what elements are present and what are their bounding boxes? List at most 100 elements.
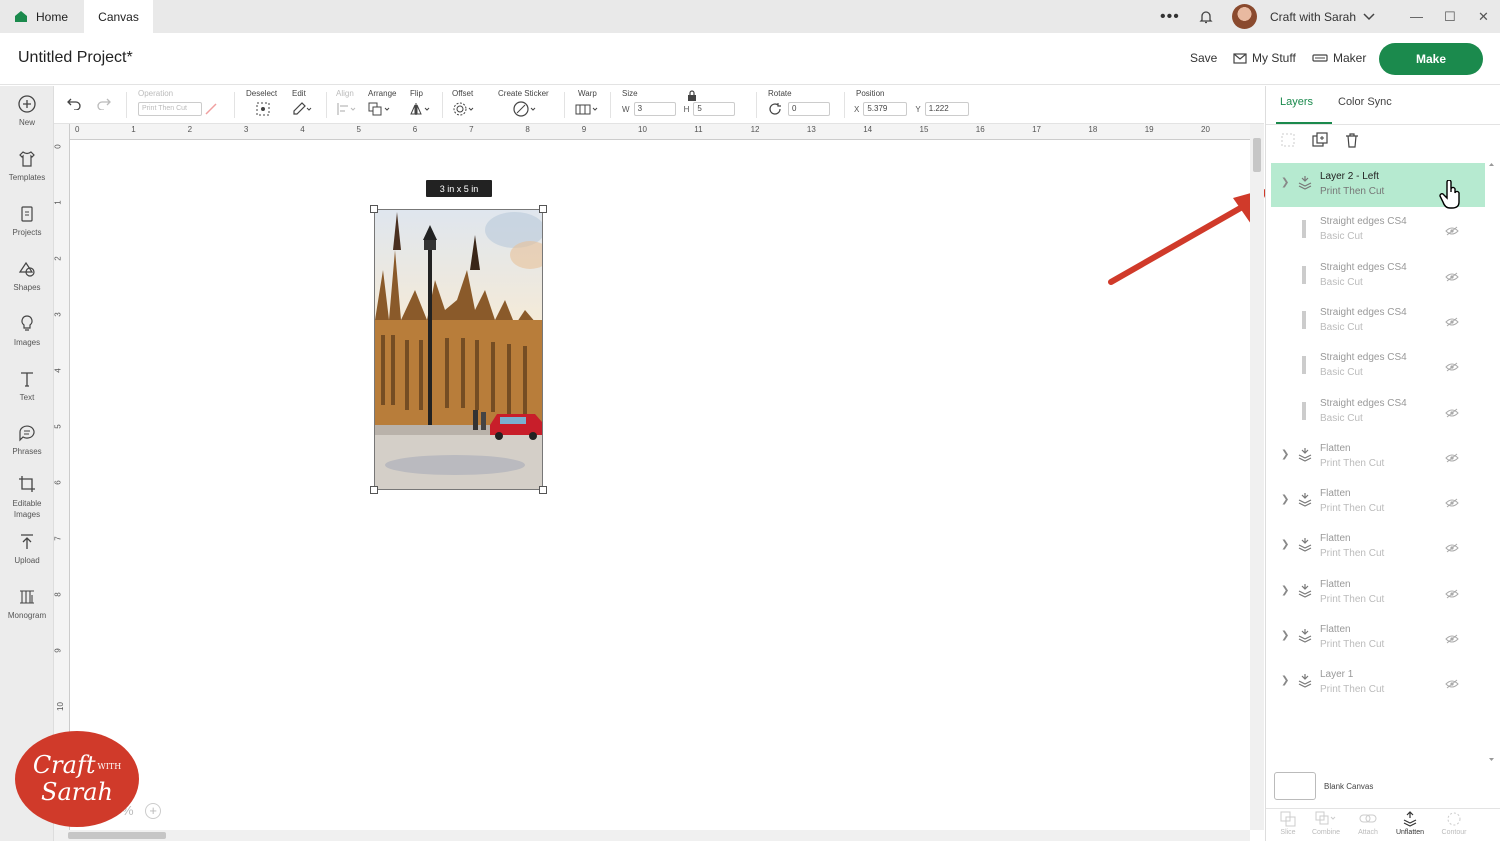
visibility-hidden-icon[interactable] [1445,359,1459,377]
offset-button[interactable]: Offset [452,89,476,119]
visibility-hidden-icon[interactable] [1445,223,1459,241]
layer-row[interactable]: Straight edges CS4 Basic Cut [1271,208,1485,252]
lock-icon[interactable] [687,90,697,103]
tab-color-sync[interactable]: Color Sync [1338,96,1392,108]
chevron-right-icon[interactable]: ❯ [1281,585,1289,596]
visibility-hidden-icon[interactable] [1445,676,1459,694]
resize-handle[interactable] [539,205,547,213]
layer-row[interactable]: Straight edges CS4 Basic Cut [1271,344,1485,388]
width-input[interactable]: 3 [633,102,676,116]
sidebar-item-phrases[interactable]: Phrases [0,423,54,456]
shapes-icon [18,261,35,277]
canvas-vertical-scrollbar[interactable] [1250,124,1264,830]
chevron-right-icon[interactable]: ❯ [1281,494,1289,505]
sidebar-item-monogram[interactable]: Monogram [0,587,54,620]
save-button[interactable]: Save [1190,51,1217,65]
chevron-right-icon[interactable]: ❯ [1281,177,1289,188]
y-input[interactable]: 1.222 [924,102,969,116]
operation-select[interactable]: Print Then Cut [138,102,202,116]
visibility-hidden-icon[interactable] [1445,495,1459,513]
rotate-input[interactable]: 0 [788,102,830,116]
visibility-hidden-icon[interactable] [1445,586,1459,604]
visibility-hidden-icon[interactable] [1445,450,1459,468]
sidebar-item-editable-images[interactable]: Editable Images [0,474,54,520]
layer-row[interactable]: ❯ Layer 1 Print Then Cut [1271,661,1485,705]
sidebar-item-new[interactable]: New [0,94,54,127]
resize-handle[interactable] [370,205,378,213]
resize-handle[interactable] [370,486,378,494]
contour-button[interactable]: Contour [1434,811,1474,836]
user-menu[interactable]: Craft with Sarah [1270,0,1376,33]
chevron-right-icon[interactable]: ❯ [1281,675,1289,686]
align-button[interactable]: Align [336,89,358,119]
combine-icon [1315,811,1336,825]
tab-canvas[interactable]: Canvas [84,0,153,33]
slice-icon [1280,811,1296,827]
visibility-hidden-icon[interactable] [1445,314,1459,332]
bell-icon[interactable] [1198,0,1214,33]
chevron-right-icon[interactable]: ❯ [1281,539,1289,550]
sidebar-item-images[interactable]: Images [0,314,54,347]
flip-button[interactable]: Flip [410,89,432,119]
sidebar-item-templates[interactable]: Templates [0,149,54,182]
group-icon[interactable] [1280,132,1296,153]
operation-group[interactable]: Operation Print Then Cut [138,89,228,119]
more-options-icon[interactable]: ••• [1160,0,1180,33]
avatar[interactable] [1232,4,1257,29]
visibility-hidden-icon[interactable] [1445,269,1459,287]
trash-icon[interactable] [1344,132,1360,153]
layer-row[interactable]: ❯ Flatten Print Then Cut [1271,571,1485,615]
layer-row[interactable]: ❯ Flatten Print Then Cut [1271,435,1485,479]
warp-button[interactable]: Warp [574,89,600,119]
scroll-thumb[interactable] [1253,138,1261,172]
zoom-in-icon[interactable]: + [145,803,162,819]
page-title[interactable]: Untitled Project* [18,49,133,67]
arrange-button[interactable]: Arrange [368,89,396,119]
layer-row[interactable]: Straight edges CS4 Basic Cut [1271,390,1485,434]
maker-button[interactable]: Maker [1312,51,1366,65]
layer-row[interactable]: ❯ Flatten Print Then Cut [1271,480,1485,524]
text-icon [21,372,33,387]
deselect-button[interactable]: Deselect [246,89,277,119]
tab-layers[interactable]: Layers [1280,96,1313,108]
redo-icon[interactable] [96,96,112,112]
visibility-hidden-icon[interactable] [1445,405,1459,423]
x-input[interactable]: 5.379 [863,102,908,116]
blank-canvas-swatch[interactable] [1274,772,1316,800]
layer-operation: Print Then Cut [1320,639,1385,650]
make-button[interactable]: Make [1379,43,1483,75]
height-input[interactable]: 5 [693,102,736,116]
layer-row[interactable]: ❯ Flatten Print Then Cut [1271,525,1485,569]
close-icon[interactable]: ✕ [1478,0,1489,33]
visibility-hidden-icon[interactable] [1445,540,1459,558]
sidebar-item-upload[interactable]: Upload [0,532,54,565]
resize-handle[interactable] [539,486,547,494]
duplicate-icon[interactable] [1312,132,1328,153]
chevron-right-icon[interactable]: ❯ [1281,630,1289,641]
scroll-thumb[interactable] [68,832,166,839]
attach-button[interactable]: Attach [1348,811,1388,836]
layer-row[interactable]: Straight edges CS4 Basic Cut [1271,254,1485,298]
visibility-hidden-icon[interactable] [1445,631,1459,649]
slice-button[interactable]: Slice [1268,811,1308,836]
sidebar-item-text[interactable]: Text [0,369,54,402]
panel-scrollbar[interactable] [1488,162,1495,762]
canvas-horizontal-scrollbar[interactable] [54,830,1250,841]
create-sticker-button[interactable]: Create Sticker [498,89,549,119]
sidebar-item-projects[interactable]: Projects [0,204,54,237]
chevron-right-icon[interactable]: ❯ [1281,449,1289,460]
selected-image[interactable] [370,205,547,494]
my-stuff-button[interactable]: My Stuff [1233,51,1296,65]
ruler-tick-label: 2 [53,256,63,261]
combine-button[interactable]: Combine [1306,811,1346,836]
undo-icon[interactable] [66,96,82,112]
unflatten-button[interactable]: Unflatten [1390,811,1430,836]
layer-row[interactable]: Straight edges CS4 Basic Cut [1271,299,1485,343]
minimize-icon[interactable]: — [1410,0,1423,33]
maximize-icon[interactable]: ☐ [1444,0,1456,33]
layer-row[interactable]: ❯ Flatten Print Then Cut [1271,616,1485,660]
sidebar-item-shapes[interactable]: Shapes [0,259,54,292]
edit-button[interactable]: Edit [292,89,312,119]
tab-home[interactable]: Home [10,0,84,33]
design-canvas[interactable] [71,141,1249,830]
